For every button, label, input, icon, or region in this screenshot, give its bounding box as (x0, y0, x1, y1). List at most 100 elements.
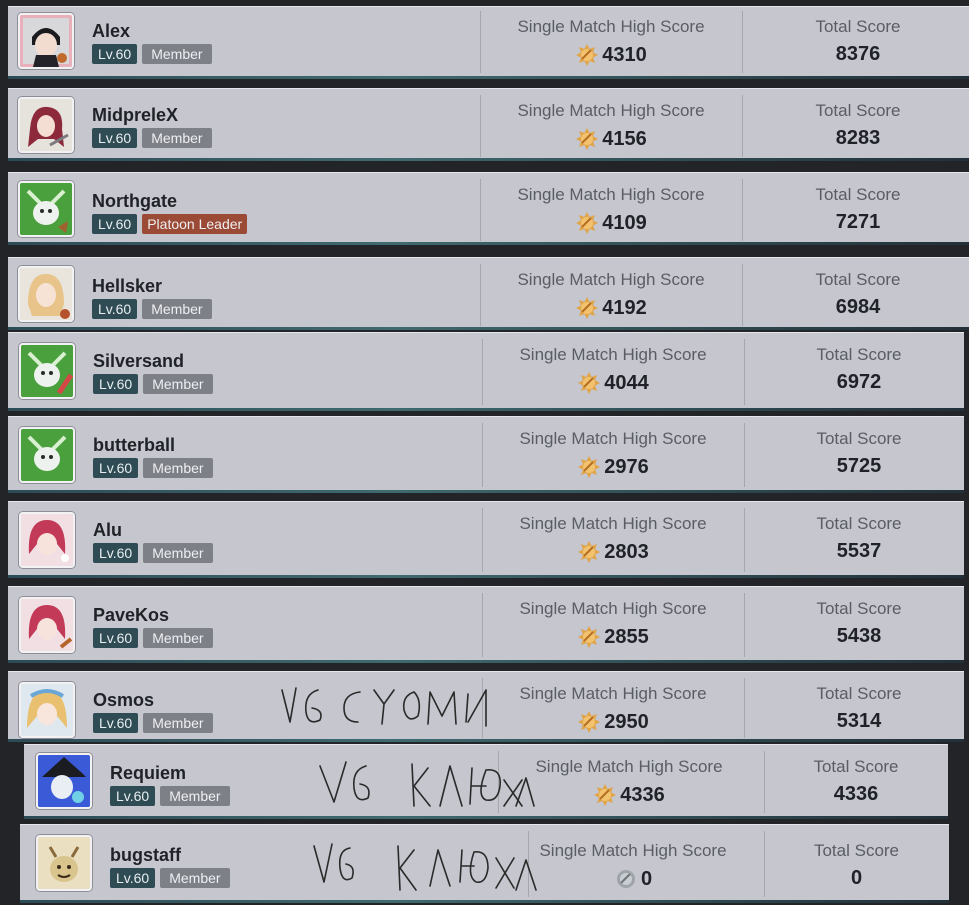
player-name: Alu (93, 520, 122, 540)
high-score-number: 2976 (604, 455, 649, 478)
level-badge: Lv.60 (110, 786, 156, 806)
player-name: Osmos (93, 690, 155, 710)
high-score-number: 2803 (604, 540, 649, 563)
player-row-silversand[interactable]: Silversand Lv.60 Member Single Match Hig… (8, 332, 964, 411)
high-score-value: 4156 (480, 127, 742, 151)
player-row-osmos[interactable]: Osmos Lv.60 Member Single Match High Sco… (8, 671, 964, 742)
player-name: Northgate (92, 191, 177, 211)
player-row-requiem[interactable]: Requiem Lv.60 Member Single Match High S… (24, 744, 948, 819)
high-score-value: 4310 (480, 43, 742, 67)
high-score-number: 0 (640, 867, 653, 890)
player-name: PaveKos (93, 605, 170, 625)
high-score-number: 4310 (602, 43, 647, 66)
player-row-bugstaff[interactable]: bugstaff Lv.60 Member Single Match High … (20, 824, 949, 903)
high-score-label: Single Match High Score (517, 185, 705, 204)
total-score-value: 5314 (836, 710, 882, 732)
player-row-alu[interactable]: Alu Lv.60 Member Single Match High Score… (8, 501, 964, 578)
role-badge: Member (142, 44, 212, 64)
high-score-label: Single Match High Score (519, 345, 707, 364)
high-score-value: 2950 (482, 710, 744, 734)
total-score-value: 5537 (836, 540, 882, 562)
high-score-label: Single Match High Score (535, 757, 723, 776)
player-row-northgate[interactable]: Northgate Lv.60 Platoon Leader Single Ma… (8, 172, 969, 245)
role-badge: Member (142, 299, 212, 319)
high-score-label: Single Match High Score (517, 270, 705, 289)
gold-medal-icon (575, 211, 599, 235)
high-score-label: Single Match High Score (519, 429, 707, 448)
total-score-value: 5725 (836, 455, 882, 477)
total-score-value: 8283 (835, 127, 881, 149)
player-name: Alex (92, 21, 131, 41)
role-badge: Member (143, 713, 213, 733)
total-score-value: 5438 (836, 625, 882, 647)
player-name: Hellsker (92, 276, 163, 296)
player-row-alex[interactable]: Alex Lv.60 Member Single Match High Scor… (8, 6, 969, 79)
high-score-number: 4109 (602, 211, 647, 234)
high-score-value: 2976 (482, 455, 744, 479)
total-score-value: 6984 (835, 296, 881, 318)
high-score-number: 4192 (602, 296, 647, 319)
role-badge: Member (143, 543, 213, 563)
total-score-label: Total Score (813, 841, 900, 860)
level-badge: Lv.60 (93, 458, 139, 478)
high-score-label: Single Match High Score (539, 841, 727, 860)
gold-medal-icon (575, 296, 599, 320)
gold-medal-icon (577, 540, 601, 564)
role-badge: Member (160, 786, 230, 806)
player-avatar (19, 343, 75, 399)
role-badge: Member (143, 628, 213, 648)
high-score-number: 2855 (604, 625, 649, 648)
high-score-value: 4192 (480, 296, 742, 320)
player-name: butterball (93, 435, 176, 455)
player-name: Requiem (110, 763, 187, 783)
gold-medal-icon (577, 625, 601, 649)
high-score-number: 4156 (602, 127, 647, 150)
player-row-hellsker[interactable]: Hellsker Lv.60 Member Single Match High … (8, 257, 969, 330)
high-score-value: 4336 (498, 783, 760, 807)
level-badge: Lv.60 (93, 713, 139, 733)
total-score-value: 6972 (836, 371, 882, 393)
role-badge: Member (160, 868, 230, 888)
player-row-midprelex[interactable]: MidpreleX Lv.60 Member Single Match High… (8, 88, 969, 161)
player-avatar (19, 682, 75, 738)
high-score-label: Single Match High Score (519, 514, 707, 533)
player-avatar (18, 181, 74, 237)
high-score-label: Single Match High Score (519, 684, 707, 703)
gold-medal-icon (575, 127, 599, 151)
level-badge: Lv.60 (110, 868, 156, 888)
player-row-butterball[interactable]: butterball Lv.60 Member Single Match Hig… (8, 416, 964, 493)
total-score-label: Total Score (813, 757, 899, 776)
high-score-value: 2803 (482, 540, 744, 564)
gold-medal-icon (577, 371, 601, 395)
total-score-label: Total Score (815, 185, 901, 204)
player-row-pavekos[interactable]: PaveKos Lv.60 Member Single Match High S… (8, 586, 964, 663)
high-score-value: 4044 (482, 371, 744, 395)
total-score-value: 4336 (833, 783, 879, 805)
level-badge: Lv.60 (92, 128, 138, 148)
high-score-value: 4109 (480, 211, 742, 235)
player-avatar (18, 97, 74, 153)
total-score-label: Total Score (816, 429, 902, 448)
level-badge: Lv.60 (93, 374, 139, 394)
player-avatar (36, 835, 92, 891)
leaderboard: Alex Lv.60 Member Single Match High Scor… (0, 0, 969, 905)
total-score-value: 8376 (835, 43, 881, 65)
total-score-label: Total Score (816, 684, 902, 703)
level-badge: Lv.60 (93, 543, 139, 563)
player-avatar (19, 427, 75, 483)
total-score-label: Total Score (816, 514, 902, 533)
player-name: bugstaff (110, 845, 181, 865)
role-badge: Member (143, 458, 213, 478)
total-score-value: 7271 (835, 211, 881, 233)
player-name: MidpreleX (92, 105, 179, 125)
gold-medal-icon (577, 710, 601, 734)
player-avatar (18, 266, 74, 322)
total-score-label: Total Score (815, 270, 901, 289)
total-score-label: Total Score (815, 101, 901, 120)
role-badge: Member (143, 374, 213, 394)
high-score-number: 4044 (604, 371, 649, 394)
level-badge: Lv.60 (92, 299, 138, 319)
level-badge: Lv.60 (92, 214, 138, 234)
high-score-label: Single Match High Score (517, 101, 705, 120)
player-avatar (19, 597, 75, 653)
